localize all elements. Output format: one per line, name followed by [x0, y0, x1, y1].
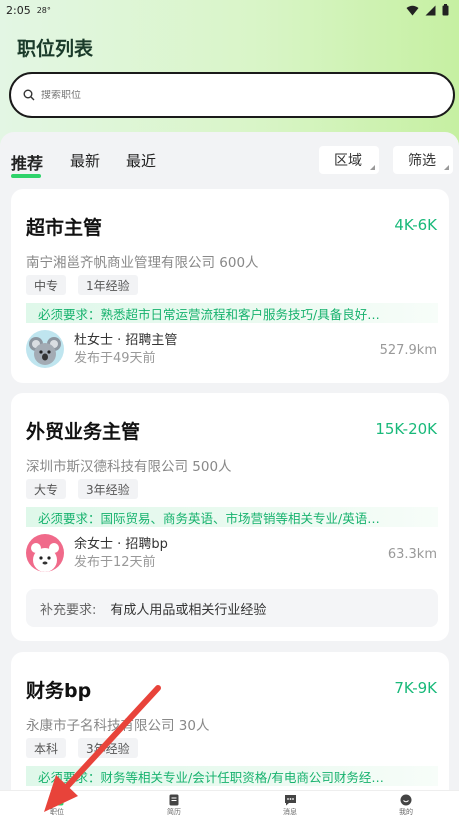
posted-time: 发布于49天前 — [74, 351, 156, 366]
education-tag: 中专 — [26, 275, 67, 295]
job-title: 外贸业务主管 — [26, 421, 141, 443]
experience-tag: 3年经验 — [78, 738, 138, 758]
page-title: 职位列表 — [17, 38, 94, 60]
briefcase-icon — [50, 794, 64, 806]
dropdown-corner-icon — [444, 165, 449, 170]
nav-label: 我的 — [399, 808, 413, 816]
nav-item-messages[interactable]: 消息 — [270, 794, 310, 817]
company-info: 南宁湘邕齐帆商业管理有限公司 600人 — [26, 255, 259, 271]
experience-tag: 1年经验 — [78, 275, 138, 295]
llama-avatar — [26, 534, 64, 572]
job-card[interactable]: 超市主管 4K-6K 南宁湘邕齐帆商业管理有限公司 600人 中专 1年经验 必… — [11, 189, 449, 383]
nav-item-profile[interactable]: 我的 — [386, 794, 426, 817]
area-filter-label: 区域 — [334, 153, 362, 169]
search-icon — [23, 89, 35, 101]
requirement-bar: 必须要求：熟悉超市日常运营流程和客户服务技巧/具备良好… — [26, 303, 438, 323]
supplement-text: 有成人用品或相关行业经验 — [110, 602, 267, 618]
experience-tag: 3年经验 — [78, 479, 138, 499]
nav-item-resume[interactable]: 简历 — [154, 794, 194, 817]
koala-avatar — [26, 330, 64, 368]
resume-icon — [169, 794, 179, 806]
tab-recommended[interactable]: 推荐 — [11, 150, 44, 178]
dropdown-corner-icon — [370, 165, 375, 170]
wifi-icon — [406, 5, 419, 15]
company-info: 永康市子名科技有限公司 30人 — [26, 718, 210, 734]
posted-time: 发布于12天前 — [74, 555, 156, 570]
job-list-panel: 推荐 最新 最近 区域 筛选 超市主管 4K-6K 南宁湘邕齐帆商业管理有限公司… — [0, 132, 459, 790]
job-salary: 15K-20K — [375, 420, 437, 438]
signal-icon — [425, 5, 436, 15]
job-card[interactable]: 外贸业务主管 15K-20K 深圳市斯汉德科技有限公司 500人 大专 3年经验… — [11, 393, 449, 641]
job-salary: 7K-9K — [394, 679, 437, 697]
job-distance: 63.3km — [387, 547, 437, 562]
tab-label: 最近 — [126, 152, 157, 170]
nav-label: 消息 — [283, 808, 297, 816]
tabs-row: 推荐 最新 最近 区域 筛选 — [0, 132, 459, 188]
supplement-label: 补充要求: — [40, 602, 97, 618]
filter-button[interactable]: 筛选 — [393, 146, 453, 174]
supplement-box: 补充要求: 有成人用品或相关行业经验 — [26, 589, 438, 627]
bottom-navigation: 职位 简历 消息 我的 — [0, 790, 459, 822]
job-salary: 4K-6K — [394, 216, 437, 234]
job-distance: 527.9km — [379, 343, 437, 358]
job-card[interactable]: 财务bp 7K-9K 永康市子名科技有限公司 30人 本科 3年经验 必须要求：… — [11, 652, 449, 790]
requirement-bar: 必须要求：财务等相关专业/会计任职资格/有电商公司财务经… — [26, 766, 438, 786]
status-temperature: 28° — [36, 5, 51, 15]
status-bar: 2:05 28° — [0, 0, 459, 20]
education-tag: 大专 — [26, 479, 67, 499]
tab-latest[interactable]: 最新 — [70, 150, 100, 171]
search-input[interactable] — [41, 89, 453, 101]
filter-label: 筛选 — [408, 153, 436, 169]
battery-icon — [442, 4, 449, 16]
profile-icon — [400, 794, 412, 806]
requirement-bar: 必须要求：国际贸易、商务英语、市场营销等相关专业/英语… — [26, 507, 438, 527]
tab-label: 推荐 — [11, 154, 44, 173]
nav-item-jobs[interactable]: 职位 — [37, 794, 77, 817]
message-icon — [284, 795, 296, 806]
search-bar[interactable] — [9, 72, 455, 118]
nav-label: 简历 — [167, 808, 181, 816]
tab-active-indicator — [11, 174, 41, 178]
education-tag: 本科 — [26, 738, 67, 758]
company-info: 深圳市斯汉德科技有限公司 500人 — [26, 459, 232, 475]
recruiter-info: 余女士 · 招聘bp — [74, 537, 168, 552]
tab-label: 最新 — [70, 152, 101, 170]
job-title: 超市主管 — [26, 217, 103, 239]
nav-label: 职位 — [50, 808, 64, 816]
recruiter-info: 杜女士 · 招聘主管 — [74, 333, 178, 348]
tab-nearby[interactable]: 最近 — [126, 150, 156, 171]
job-title: 财务bp — [26, 680, 92, 702]
status-time: 2:05 — [6, 3, 31, 17]
area-filter-button[interactable]: 区域 — [319, 146, 379, 174]
